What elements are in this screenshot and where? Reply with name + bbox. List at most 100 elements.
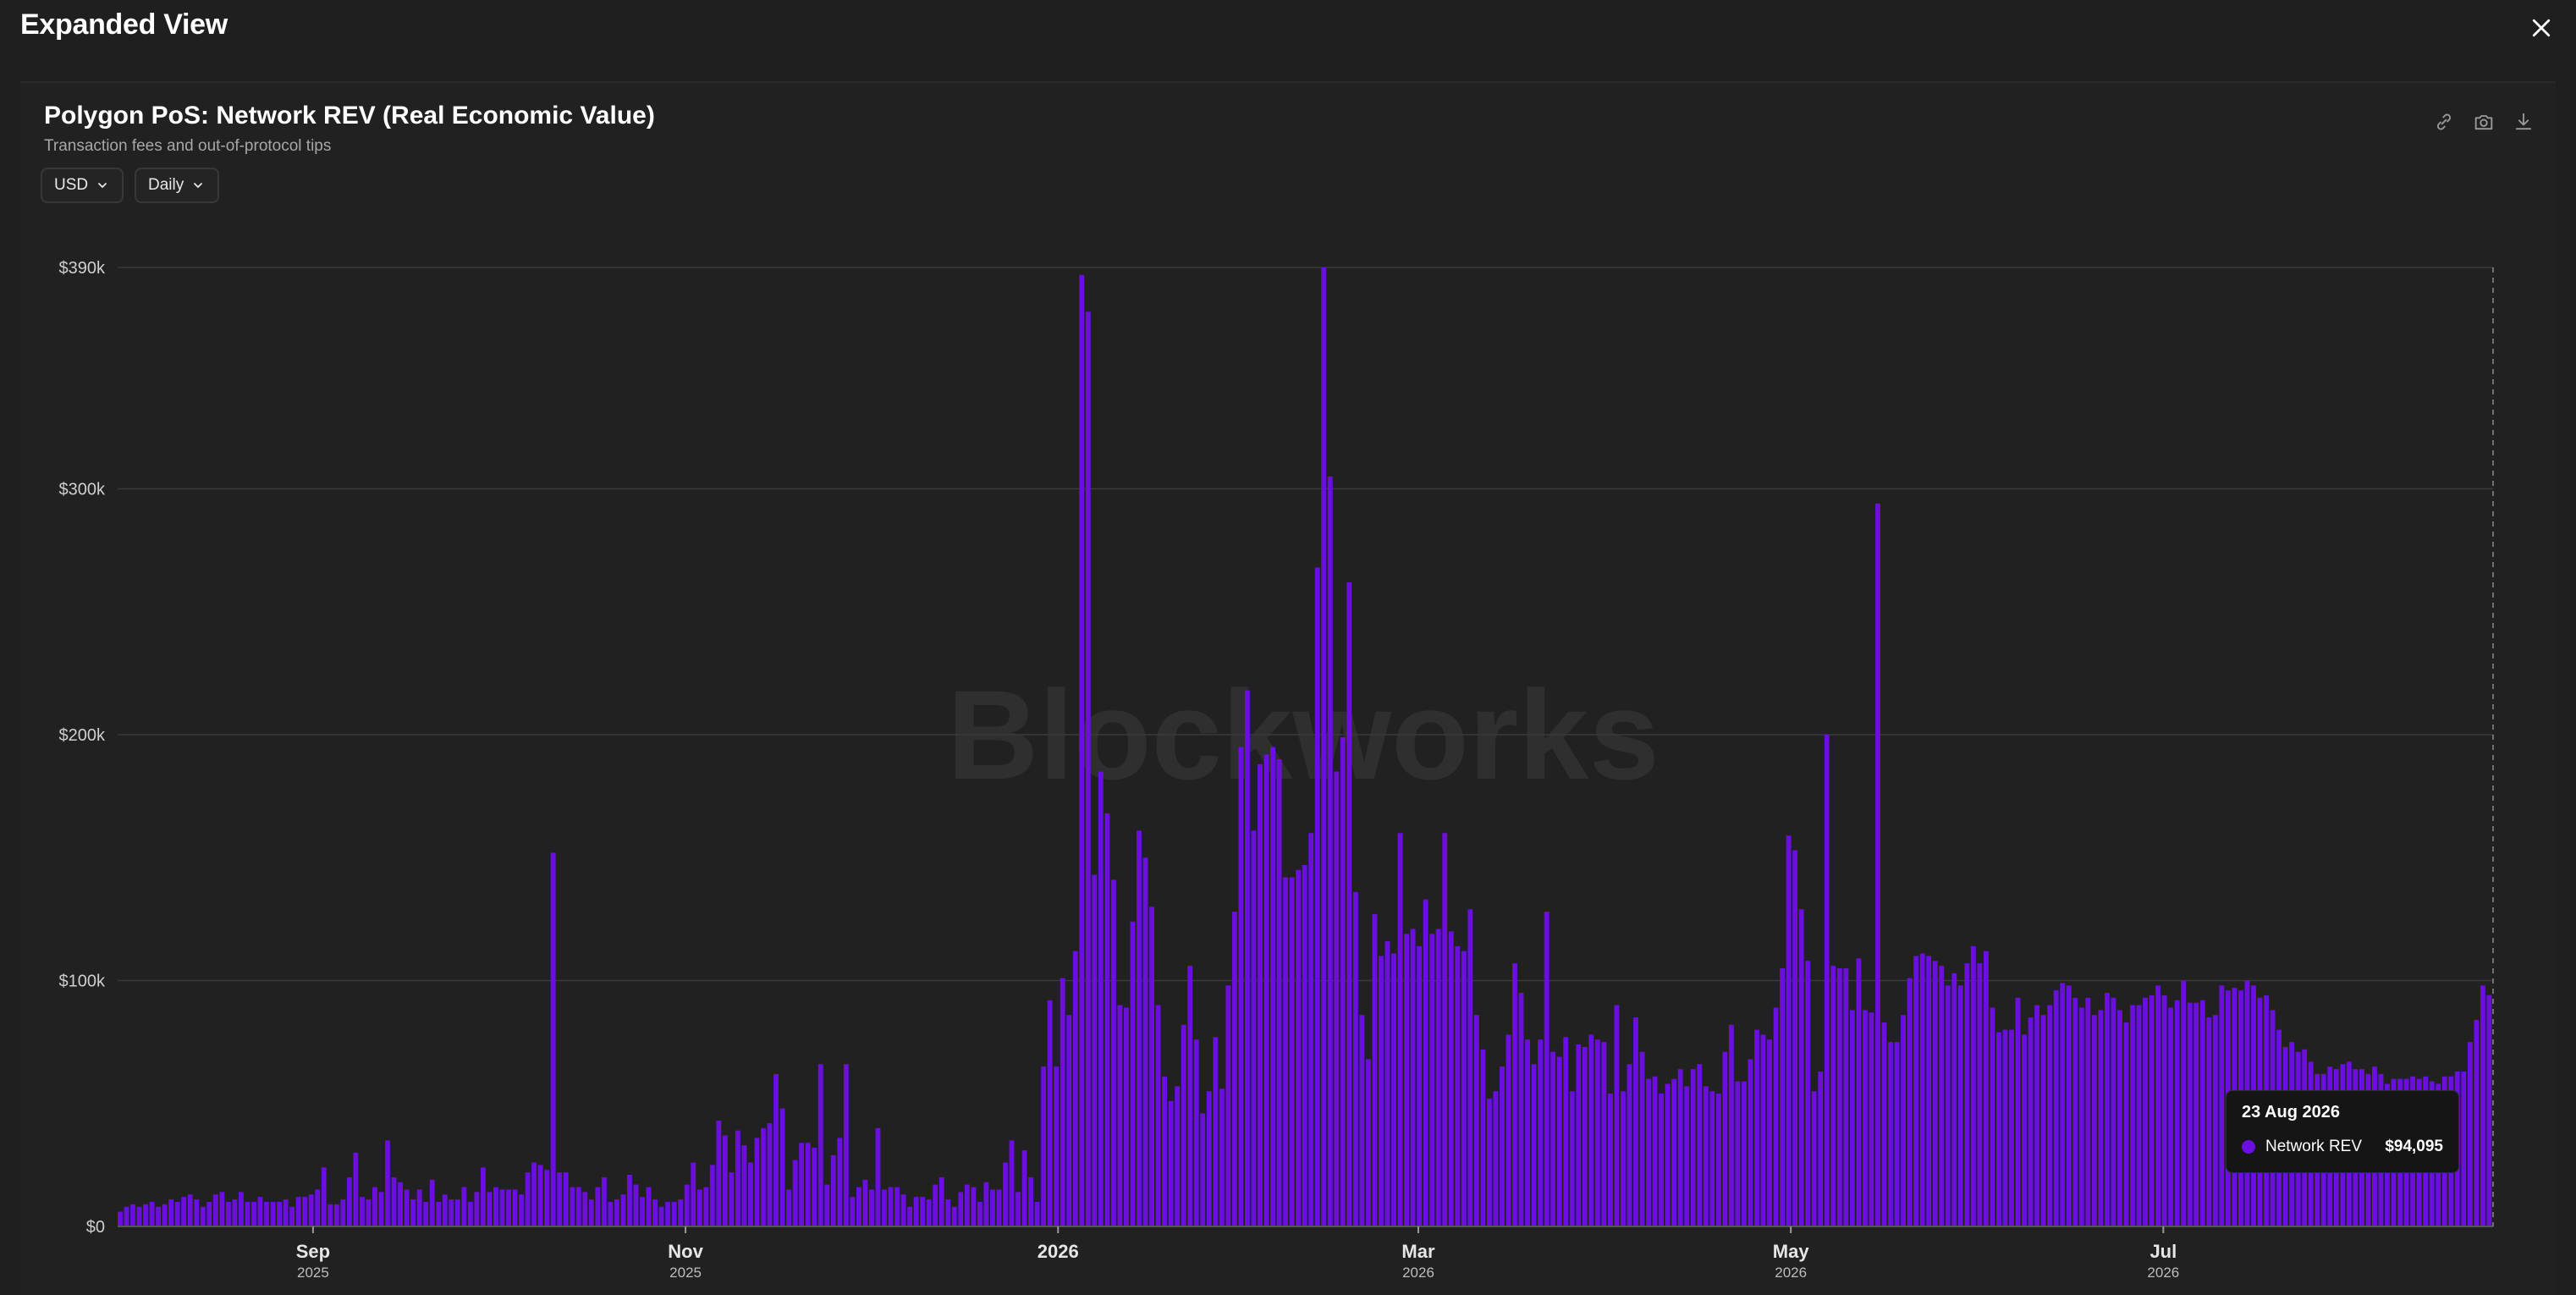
bar (1455, 945, 1461, 1226)
bar (1709, 1091, 1715, 1226)
bar (608, 1201, 614, 1226)
bar (257, 1197, 263, 1226)
bar (333, 1204, 339, 1226)
bar (2193, 1002, 2199, 1226)
bar (900, 1194, 906, 1226)
bar (423, 1201, 429, 1226)
bar (1365, 1059, 1371, 1226)
bar (907, 1206, 913, 1226)
bar (1869, 1012, 1874, 1226)
y-tick-label: $100k (59, 972, 106, 990)
bar (251, 1201, 256, 1226)
bar (830, 1154, 836, 1226)
bar (346, 1177, 352, 1226)
bar (1556, 1056, 1562, 1226)
bar (1939, 966, 1945, 1226)
bar (1926, 956, 1932, 1226)
bar (862, 1179, 868, 1226)
bar (187, 1194, 193, 1226)
bar (1047, 1000, 1053, 1226)
bar (817, 1064, 823, 1226)
bar (1066, 1015, 1072, 1226)
bar (2212, 1015, 2218, 1226)
bar (1990, 1007, 1995, 1226)
bar (627, 1174, 632, 1226)
bar (2486, 995, 2492, 1226)
bar (404, 1189, 410, 1226)
bar (1996, 1032, 2001, 1226)
bar (658, 1206, 664, 1226)
bar (1493, 1091, 1499, 1226)
bar (1137, 830, 1142, 1226)
bar (588, 1199, 594, 1226)
bar (353, 1152, 359, 1226)
y-tick-label: $0 (86, 1218, 105, 1237)
bar (1945, 985, 1951, 1226)
bar (1690, 1069, 1696, 1226)
bar (964, 1184, 970, 1226)
bar (1594, 1039, 1600, 1226)
bar (1550, 1051, 1556, 1226)
bar (436, 1201, 442, 1226)
bar (1919, 953, 1925, 1226)
bar (570, 1187, 575, 1226)
bar (1983, 951, 1989, 1226)
x-tick-label: Jul (2149, 1241, 2177, 1262)
bar (1461, 951, 1467, 1226)
bar (1576, 1044, 1582, 1226)
bar (1296, 869, 1302, 1226)
bar (2034, 1005, 2040, 1226)
bar (1372, 914, 1378, 1226)
bar (308, 1194, 314, 1226)
bar (837, 1138, 843, 1226)
bar (2174, 1000, 2180, 1226)
bar (1518, 993, 1524, 1226)
bar (1715, 1094, 1721, 1226)
bar (1652, 1076, 1658, 1226)
bar (1423, 899, 1428, 1226)
bar (722, 1135, 728, 1226)
bar (920, 1197, 926, 1226)
bar (1538, 1039, 1544, 1226)
bar (652, 1199, 658, 1226)
bar (1352, 891, 1358, 1226)
bar (315, 1189, 321, 1226)
bar (1767, 1039, 1772, 1226)
bar (295, 1197, 301, 1226)
bar (888, 1187, 894, 1226)
bar (1181, 1024, 1186, 1226)
bar (1588, 1034, 1594, 1226)
bar (1168, 1100, 1174, 1226)
bar (748, 1162, 753, 1226)
bar (283, 1199, 289, 1226)
bar (1805, 961, 1811, 1226)
bar (1410, 929, 1416, 1226)
bar (563, 1172, 569, 1226)
bar (302, 1197, 308, 1226)
bar (850, 1197, 856, 1226)
x-tick-label: Nov (668, 1241, 703, 1262)
bar (512, 1189, 518, 1226)
bar (1773, 1007, 1779, 1226)
bar (1270, 747, 1275, 1226)
bar (983, 1182, 989, 1226)
bar (1130, 921, 1136, 1226)
bar (741, 1145, 747, 1226)
bar (1003, 1162, 1008, 1226)
bar (2104, 993, 2110, 1226)
bar (1786, 835, 1792, 1226)
bar (1607, 1094, 1613, 1226)
bar (1110, 879, 1116, 1226)
bar (1028, 1177, 1034, 1226)
bar (996, 1189, 1002, 1226)
bar (143, 1204, 148, 1226)
bar (2022, 1034, 2027, 1226)
bar (2060, 983, 2066, 1226)
bar (1741, 1081, 1747, 1226)
x-tick-sublabel: 2025 (297, 1265, 329, 1281)
bar (136, 1206, 142, 1226)
bar (951, 1206, 957, 1226)
bar (1251, 830, 1257, 1226)
bar (2168, 1007, 2174, 1226)
x-tick-label: Mar (1401, 1241, 1435, 1262)
